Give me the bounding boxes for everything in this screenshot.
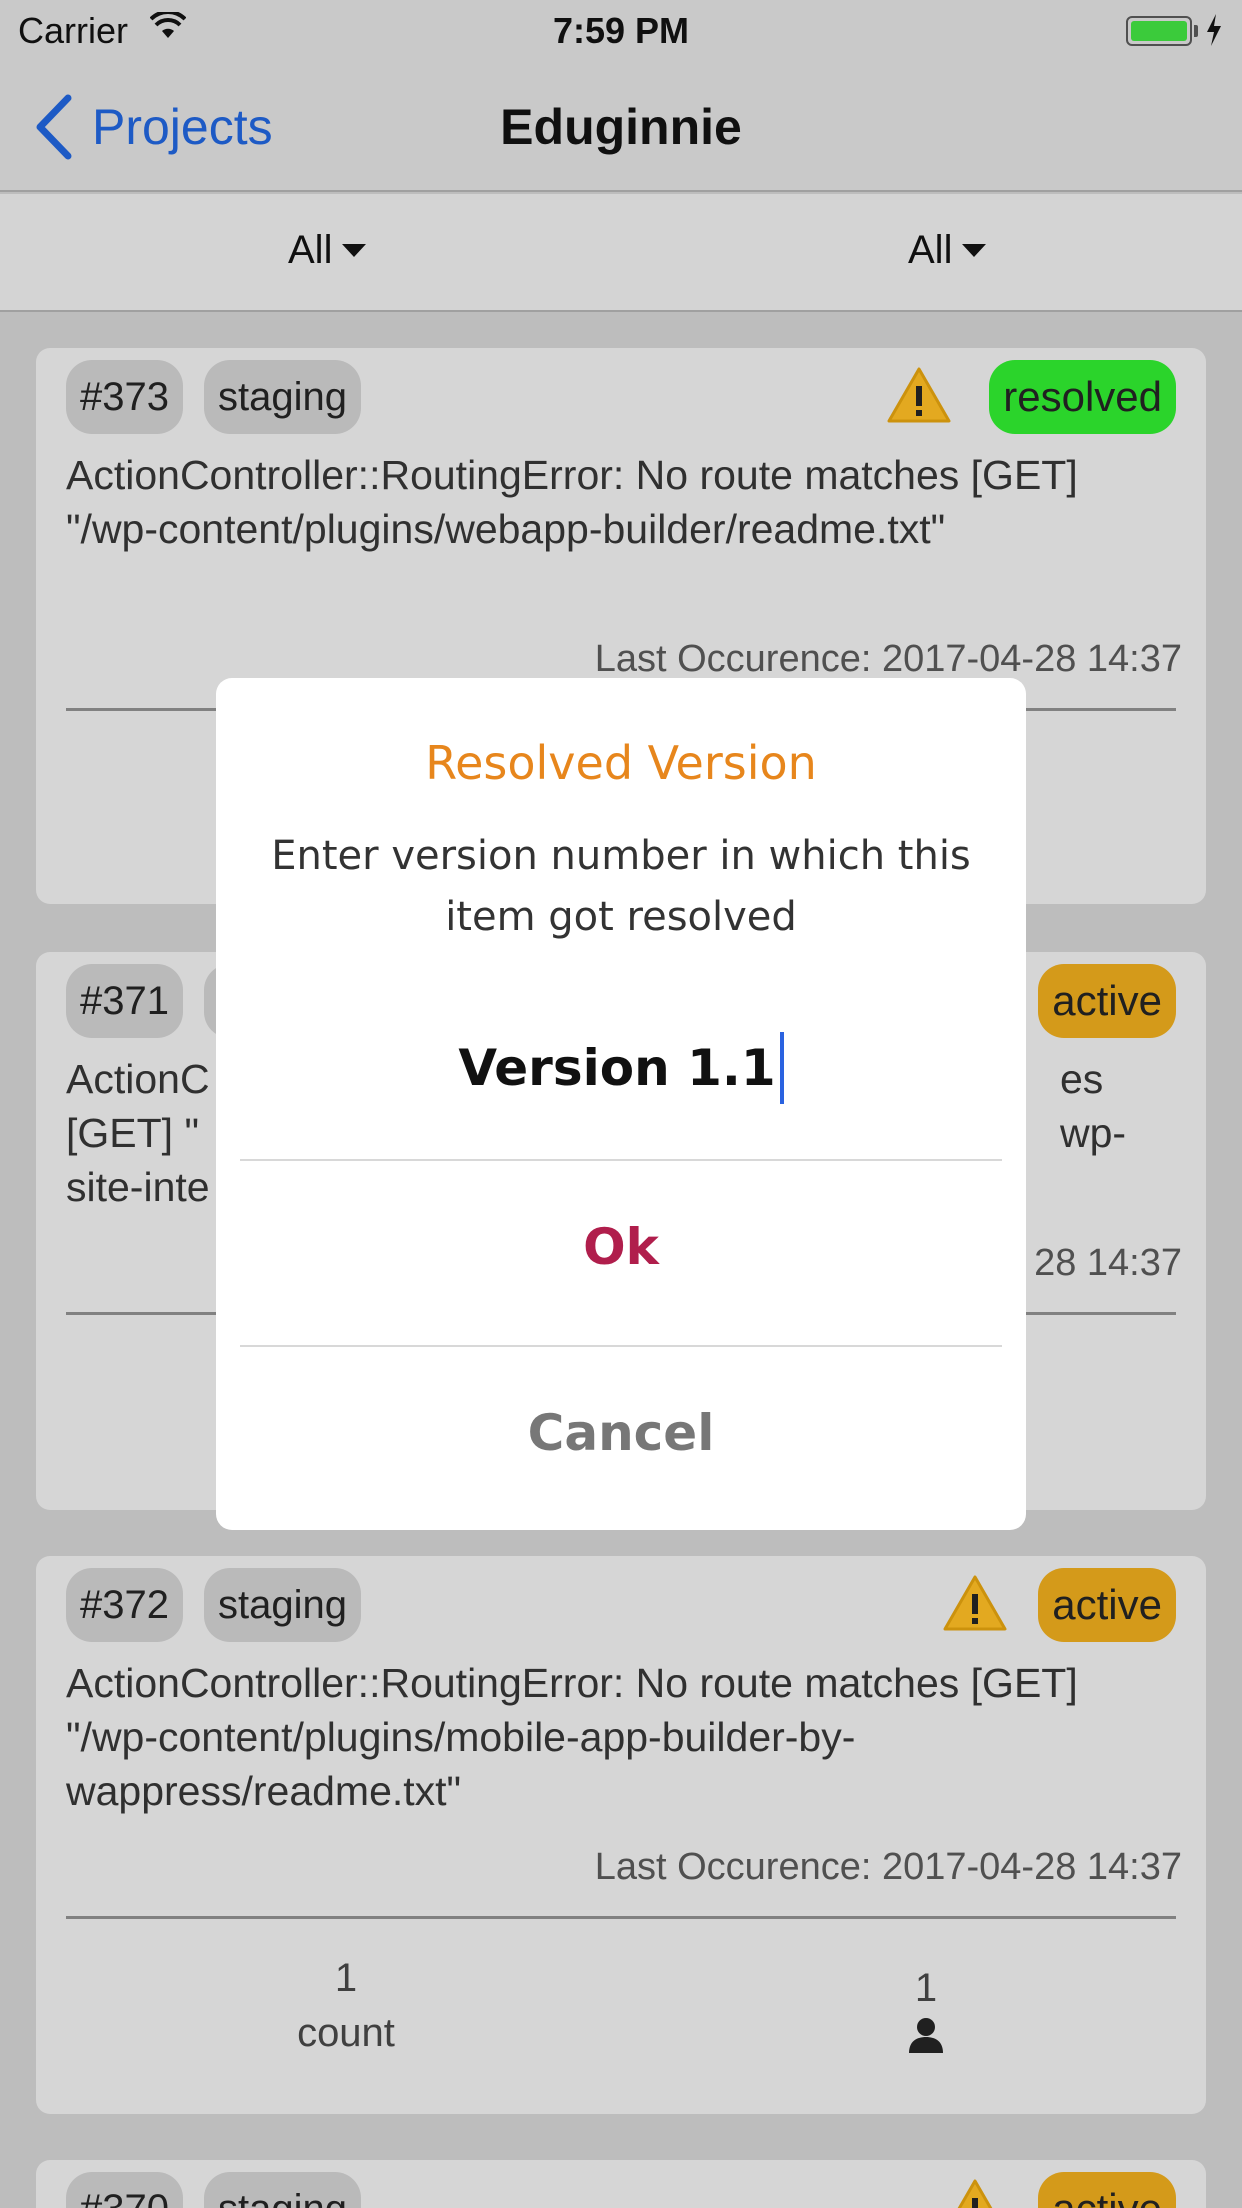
ok-button[interactable]: Ok	[216, 1218, 1026, 1276]
dialog-message: Enter version number in which this item …	[271, 833, 971, 940]
text-cursor	[779, 1032, 784, 1104]
divider	[240, 1159, 1002, 1161]
version-input[interactable]: Version 1.1	[240, 1018, 1002, 1118]
cancel-button[interactable]: Cancel	[216, 1404, 1026, 1462]
divider	[240, 1345, 1002, 1347]
resolved-version-dialog: Resolved Version Enter version number in…	[216, 678, 1026, 1530]
version-input-value: Version 1.1	[458, 1039, 776, 1097]
dialog-title: Resolved Version	[425, 736, 817, 790]
